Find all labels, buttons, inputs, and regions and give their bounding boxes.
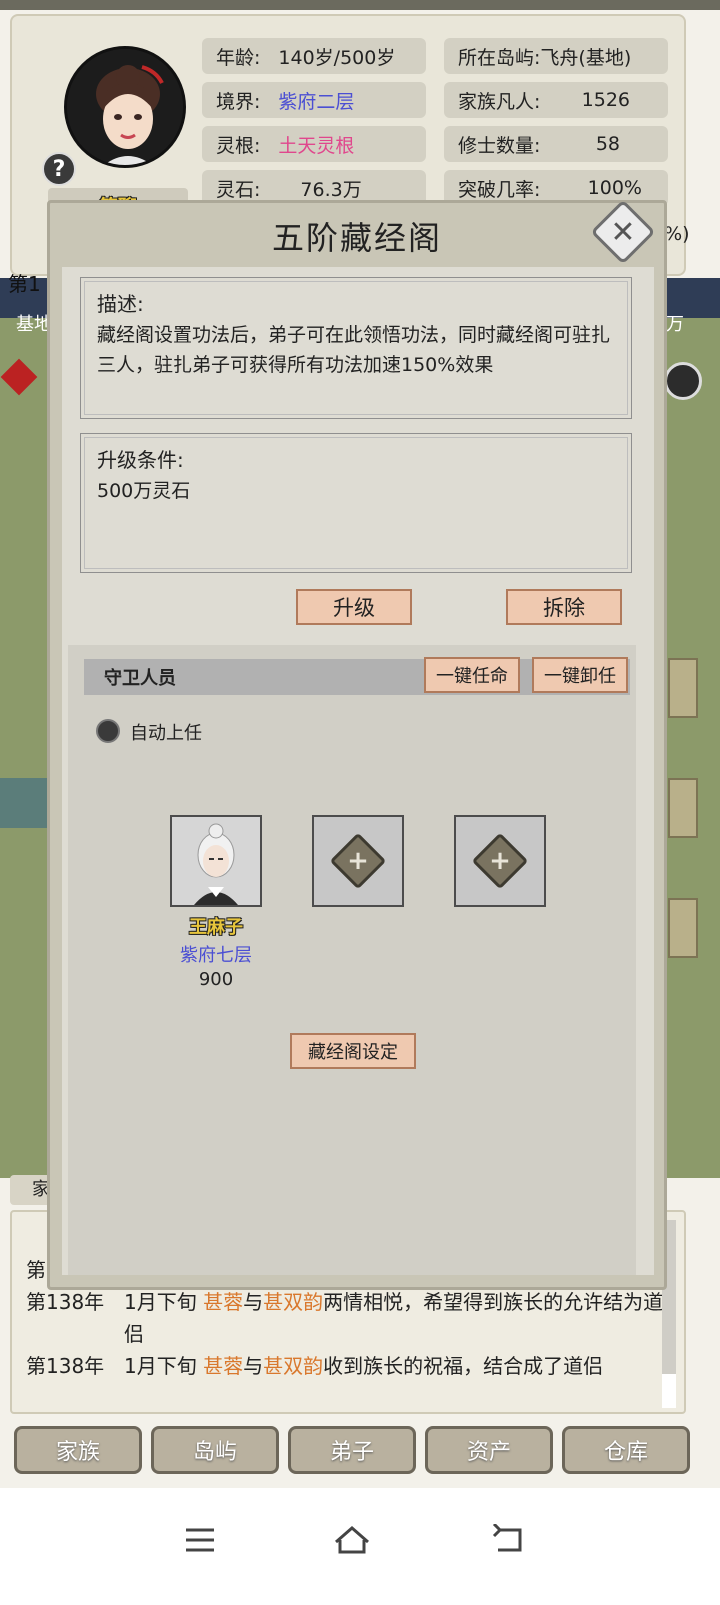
auto-assign-label[interactable]: 自动上任 [130, 719, 202, 745]
stat-realm: 境界: 紫府二层 [202, 82, 426, 118]
member-realm: 紫府七层 [180, 945, 252, 966]
stat-breakthrough-text: 突破几率: [458, 178, 541, 201]
top-strip [0, 0, 720, 10]
log-conj: 与 [243, 1354, 264, 1378]
stat-root: 灵根: 土天灵根 [202, 126, 426, 162]
add-icon: + [471, 832, 529, 890]
map-building-left [0, 778, 48, 828]
stat-cultivators: 修士数量: 58 [444, 126, 668, 162]
log-text: 1月下旬 甚蓉与甚双韵收到族长的祝福，结合成了道侣 [124, 1350, 664, 1382]
help-icon[interactable]: ? [42, 152, 76, 186]
log-date: 1月下旬 [124, 1354, 197, 1378]
description-text: 藏经阁设置功法后，弟子可在此领悟功法，同时藏经阁可驻扎三人，驻扎弟子可获得所有功… [97, 324, 611, 376]
stat-realm-value: 紫府二层 [278, 90, 355, 113]
stat-stone-text: 灵石: [216, 178, 261, 201]
description-title: 描述: [97, 292, 144, 316]
stat-mortals-text: 家族凡人: [458, 90, 541, 113]
bottom-nav: 家族 岛屿 弟子 资产 仓库 [0, 1420, 720, 1484]
log-date: 1月下旬 [124, 1290, 197, 1314]
upgrade-button[interactable]: 升级 [296, 589, 412, 625]
stat-realm-text: 境界: [216, 90, 261, 113]
guard-slot-2[interactable]: + [312, 815, 404, 907]
stat-cultivators-text: 修士数量: [458, 134, 541, 157]
stat-mortals-value: 1526 [581, 89, 630, 111]
menu-icon[interactable] [178, 1518, 222, 1562]
modal-body: 描述: 藏经阁设置功法后，弟子可在此领悟功法，同时藏经阁可驻扎三人，驻扎弟子可获… [62, 267, 654, 1275]
log-person[interactable]: 甚双韵 [263, 1290, 323, 1314]
guard-section: 守卫人员 一键任命 一键卸任 自动上任 + + 王麻子 紫府七层 900 藏经阁… [68, 645, 636, 1275]
member-score: 900 [198, 969, 234, 990]
nav-assets-button[interactable]: 资产 [425, 1426, 553, 1474]
appoint-all-button[interactable]: 一键任命 [424, 657, 520, 693]
log-rest: 收到族长的祝福，结合成了道侣 [323, 1354, 604, 1378]
back-icon[interactable] [486, 1518, 530, 1562]
log-conj: 与 [243, 1290, 264, 1314]
library-modal: 五阶藏经阁 ✕ 描述: 藏经阁设置功法后，弟子可在此领悟功法，同时藏经阁可驻扎三… [47, 199, 667, 1290]
home-icon[interactable] [330, 1518, 374, 1562]
guard-slot-3[interactable]: + [454, 815, 546, 907]
log-text: 1月下旬 甚蓉与甚双韵两情相悦，希望得到族长的允许结为道侣 [124, 1286, 664, 1350]
stat-stone-value: 76.3万 [300, 178, 362, 201]
library-settings-button[interactable]: 藏经阁设定 [290, 1033, 416, 1069]
map-partial-label-1: 第1 [8, 272, 41, 296]
stat-root-text: 灵根: [216, 134, 261, 157]
stat-root-value: 土天灵根 [278, 134, 355, 157]
dismiss-all-button[interactable]: 一键卸任 [532, 657, 628, 693]
modal-title: 五阶藏经阁 [271, 219, 442, 257]
log-year: 第138年 [26, 1354, 105, 1378]
map-building [668, 898, 698, 958]
alert-icon[interactable] [0, 358, 38, 396]
stat-island: 所在岛屿: 飞舟(基地) [444, 38, 668, 74]
stat-age-value: 140岁/500岁 [278, 46, 396, 69]
auto-assign-radio[interactable] [96, 719, 120, 743]
stat-mortals: 家族凡人: 1526 [444, 82, 668, 118]
stat-age-text: 年龄: [216, 46, 261, 69]
stat-breakthrough-value: 100% [587, 177, 642, 199]
log-person[interactable]: 甚蓉 [203, 1290, 243, 1314]
nav-warehouse-button[interactable]: 仓库 [562, 1426, 690, 1474]
map-building [668, 658, 698, 718]
log-year: 第138年 [26, 1290, 105, 1314]
add-icon: + [329, 832, 387, 890]
stat-age: 年龄: 140岁/500岁 [202, 38, 426, 74]
member-portrait [172, 817, 260, 905]
system-nav-bar [0, 1488, 720, 1605]
stat-island-value: 飞舟(基地) [540, 46, 632, 69]
close-icon: ✕ [610, 214, 636, 250]
member-name: 王麻子 [189, 917, 243, 938]
demolish-button[interactable]: 拆除 [506, 589, 622, 625]
stat-island-text: 所在岛屿: [458, 46, 541, 69]
stat-cultivators-value: 58 [595, 133, 620, 155]
nav-family-button[interactable]: 家族 [14, 1426, 142, 1474]
upgrade-box: 升级条件: 500万灵石 [80, 433, 632, 573]
map-partial-label-3: 万 [666, 314, 684, 335]
guard-slot-1[interactable] [170, 815, 262, 907]
upgrade-title: 升级条件: [97, 448, 184, 472]
nav-disciples-button[interactable]: 弟子 [288, 1426, 416, 1474]
scrollbar-thumb[interactable] [662, 1374, 676, 1408]
log-person[interactable]: 甚双韵 [263, 1354, 323, 1378]
play-icon[interactable] [664, 362, 702, 400]
log-person[interactable]: 甚蓉 [203, 1354, 243, 1378]
description-box: 描述: 藏经阁设置功法后，弟子可在此领悟功法，同时藏经阁可驻扎三人，驻扎弟子可获… [80, 277, 632, 419]
nav-island-button[interactable]: 岛屿 [151, 1426, 279, 1474]
upgrade-text: 500万灵石 [97, 480, 191, 502]
guard-title: 守卫人员 [104, 668, 176, 689]
avatar[interactable] [64, 46, 186, 168]
map-building [668, 778, 698, 838]
